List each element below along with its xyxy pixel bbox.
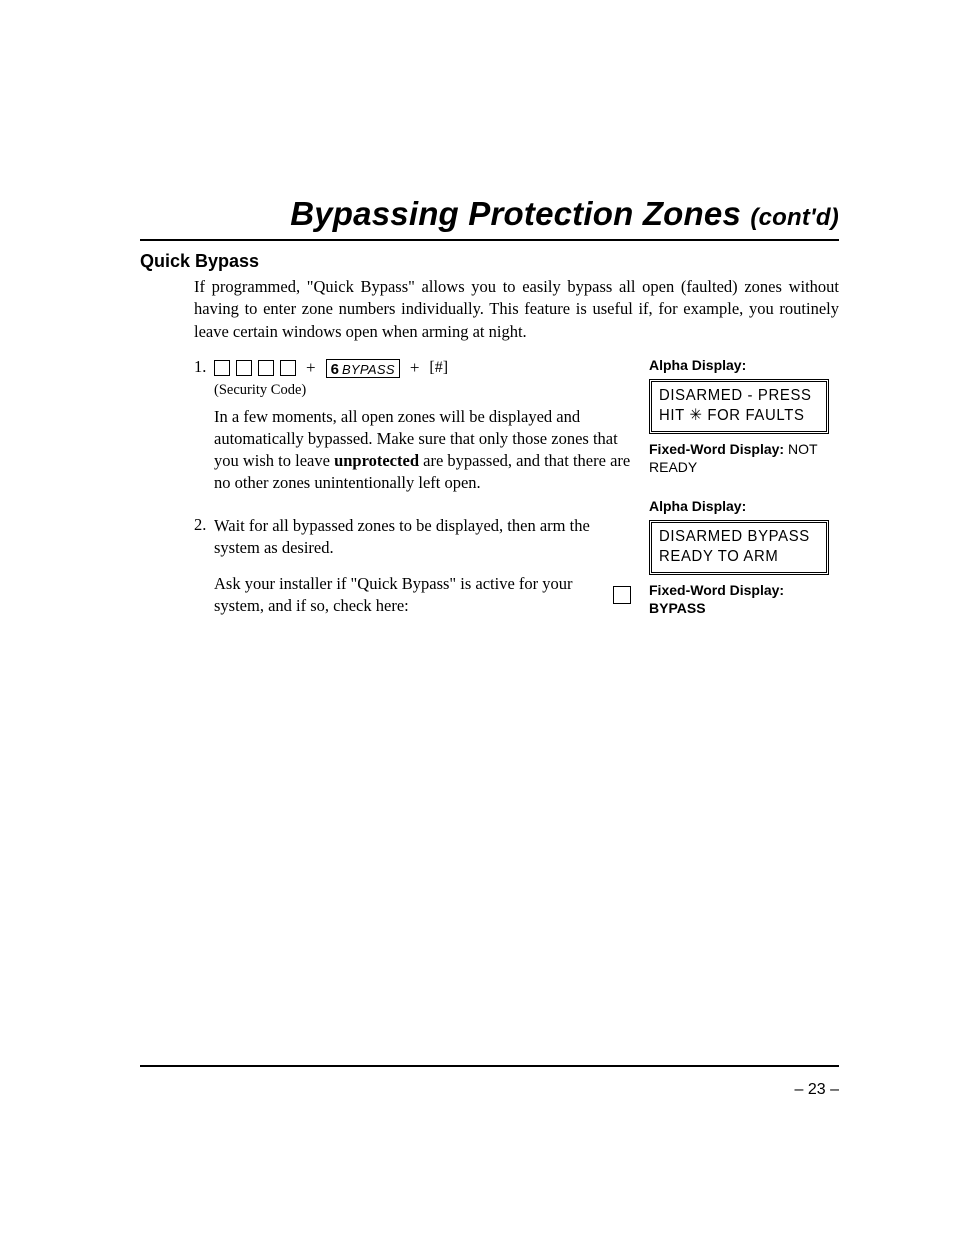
step-2-text-b-wrap: Ask your installer if "Quick Bypass" is … <box>214 573 631 617</box>
security-code-digit <box>258 360 274 376</box>
fwd-value: BYPASS <box>649 600 706 616</box>
title-contd: (cont'd) <box>750 204 839 231</box>
step-1-text-bold: unprotected <box>334 451 419 470</box>
lcd-line: DISARMED BYPASS <box>659 527 808 547</box>
lcd-line: HIT ✳ FOR FAULTS <box>659 406 808 426</box>
page-title: Bypassing Protection Zones (cont'd) <box>290 195 839 232</box>
key-sequence: + 6 BYPASS + [#] <box>214 357 631 379</box>
page-number: – 23 – <box>795 1081 839 1099</box>
key-number: 6 <box>331 360 339 380</box>
lcd-screen-2: DISARMED BYPASS READY TO ARM <box>649 520 829 575</box>
step-2-text-b: Ask your installer if "Quick Bypass" is … <box>214 573 609 617</box>
title-main: Bypassing Protection Zones <box>290 195 741 232</box>
display-block-2: Alpha Display: DISARMED BYPASS READY TO … <box>649 498 839 617</box>
page: Bypassing Protection Zones (cont'd) Quic… <box>0 0 954 1235</box>
security-code-digit <box>236 360 252 376</box>
step-1-number: 1. <box>194 357 214 494</box>
step-2-number: 2. <box>194 515 214 616</box>
security-code-note: (Security Code) <box>214 381 631 400</box>
quick-bypass-checkbox[interactable] <box>613 586 631 604</box>
display-column: Alpha Display: DISARMED - PRESS HIT ✳ FO… <box>649 357 839 640</box>
fwd-label: Fixed-Word Display: <box>649 582 784 598</box>
fwd-label: Fixed-Word Display: <box>649 441 784 457</box>
display-block-1: Alpha Display: DISARMED - PRESS HIT ✳ FO… <box>649 357 839 476</box>
key-label: BYPASS <box>342 361 395 378</box>
step-1: 1. + 6 BYPASS + [#] <box>194 357 631 494</box>
content-columns: 1. + 6 BYPASS + [#] <box>140 357 839 640</box>
pound-key: [#] <box>429 357 448 378</box>
alpha-display-label: Alpha Display: <box>649 357 839 373</box>
lcd-line: DISARMED - PRESS <box>659 386 808 406</box>
bypass-key: 6 BYPASS <box>326 359 400 378</box>
step-2-body: Wait for all bypassed zones to be displa… <box>214 515 631 616</box>
lcd-line: READY TO ARM <box>659 547 808 567</box>
section-heading: Quick Bypass <box>140 251 839 272</box>
fixed-word-display-1: Fixed-Word Display: NOT READY <box>649 440 839 476</box>
page-title-wrap: Bypassing Protection Zones (cont'd) <box>140 195 839 233</box>
step-1-body: + 6 BYPASS + [#] (Security Code) In a fe… <box>214 357 631 494</box>
plus-sign: + <box>306 357 316 379</box>
step-2-text-a: Wait for all bypassed zones to be displa… <box>214 515 631 559</box>
step-2: 2. Wait for all bypassed zones to be dis… <box>194 515 631 616</box>
title-rule <box>140 239 839 241</box>
fixed-word-display-2: Fixed-Word Display: BYPASS <box>649 581 839 617</box>
security-code-digit <box>214 360 230 376</box>
intro-paragraph: If programmed, "Quick Bypass" allows you… <box>194 276 839 343</box>
lcd-screen-1: DISARMED - PRESS HIT ✳ FOR FAULTS <box>649 379 829 434</box>
footer-rule <box>140 1065 839 1067</box>
steps-column: 1. + 6 BYPASS + [#] <box>194 357 631 640</box>
security-code-digit <box>280 360 296 376</box>
step-1-text: In a few moments, all open zones will be… <box>214 406 631 493</box>
alpha-display-label: Alpha Display: <box>649 498 839 514</box>
plus-sign: + <box>410 357 420 379</box>
